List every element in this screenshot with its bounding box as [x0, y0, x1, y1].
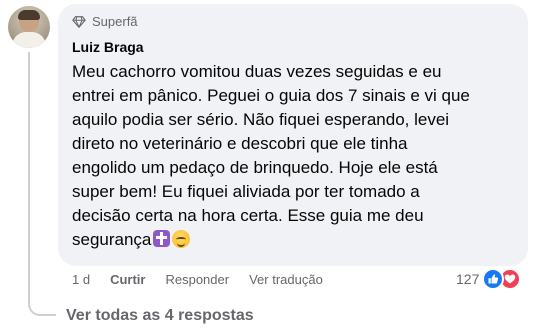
avatar-hair-shape — [18, 10, 40, 20]
comment-text-line: decisão certa na hora certa. Esse guia m… — [72, 206, 424, 225]
heart-icon — [505, 274, 516, 284]
like-button[interactable]: Curtir — [110, 272, 145, 287]
see-translation-button[interactable]: Ver tradução — [249, 272, 323, 287]
comment-thread: Superfã Luiz Braga Meu cachorro vomitou … — [0, 0, 542, 335]
comment-bubble: Superfã Luiz Braga Meu cachorro vomitou … — [58, 4, 528, 266]
comment-text-line: direto no veterinário e descobri que ele… — [72, 134, 408, 153]
comment-author-name[interactable]: Luiz Braga — [72, 39, 144, 55]
diamond-icon — [72, 15, 86, 28]
badge-label: Superfã — [92, 14, 138, 29]
avatar-body-shape — [12, 32, 46, 48]
thumbs-up-icon — [488, 274, 499, 284]
avatar[interactable] — [8, 6, 50, 48]
comment-text-line: super bem! Eu fiquei aliviada por ter to… — [72, 182, 420, 201]
like-icon — [482, 268, 505, 290]
superfan-badge[interactable]: Superfã — [72, 14, 138, 29]
comment-text-line: entrei em pânico. Peguei o guia dos 7 si… — [72, 86, 470, 105]
latin-cross-emoji-icon — [153, 230, 171, 247]
reaction-count: 127 — [456, 271, 480, 287]
comment-text-last-line: segurança — [72, 228, 518, 252]
comment-text-line: segurança — [72, 230, 152, 249]
reply-button[interactable]: Responder — [165, 272, 229, 287]
comment-text-line: aquilo podia ser sério. Não fiquei esper… — [72, 110, 450, 129]
comment-text-line: Meu cachorro vomitou duas vezes seguidas… — [72, 62, 442, 81]
view-all-replies-link[interactable]: Ver todas as 4 respostas — [66, 307, 254, 325]
comment-timestamp[interactable]: 1 d — [72, 272, 90, 287]
thread-connector-line — [28, 52, 56, 316]
relieved-face-emoji-icon — [172, 230, 191, 248]
comment-text: Meu cachorro vomitou duas vezes seguidas… — [72, 60, 518, 252]
comment-text-line: engolido um pedaço de brinquedo. Hoje el… — [72, 158, 438, 177]
comment-actions: 1 d Curtir Responder Ver tradução — [72, 272, 343, 287]
reaction-summary[interactable]: 127 — [456, 268, 522, 290]
